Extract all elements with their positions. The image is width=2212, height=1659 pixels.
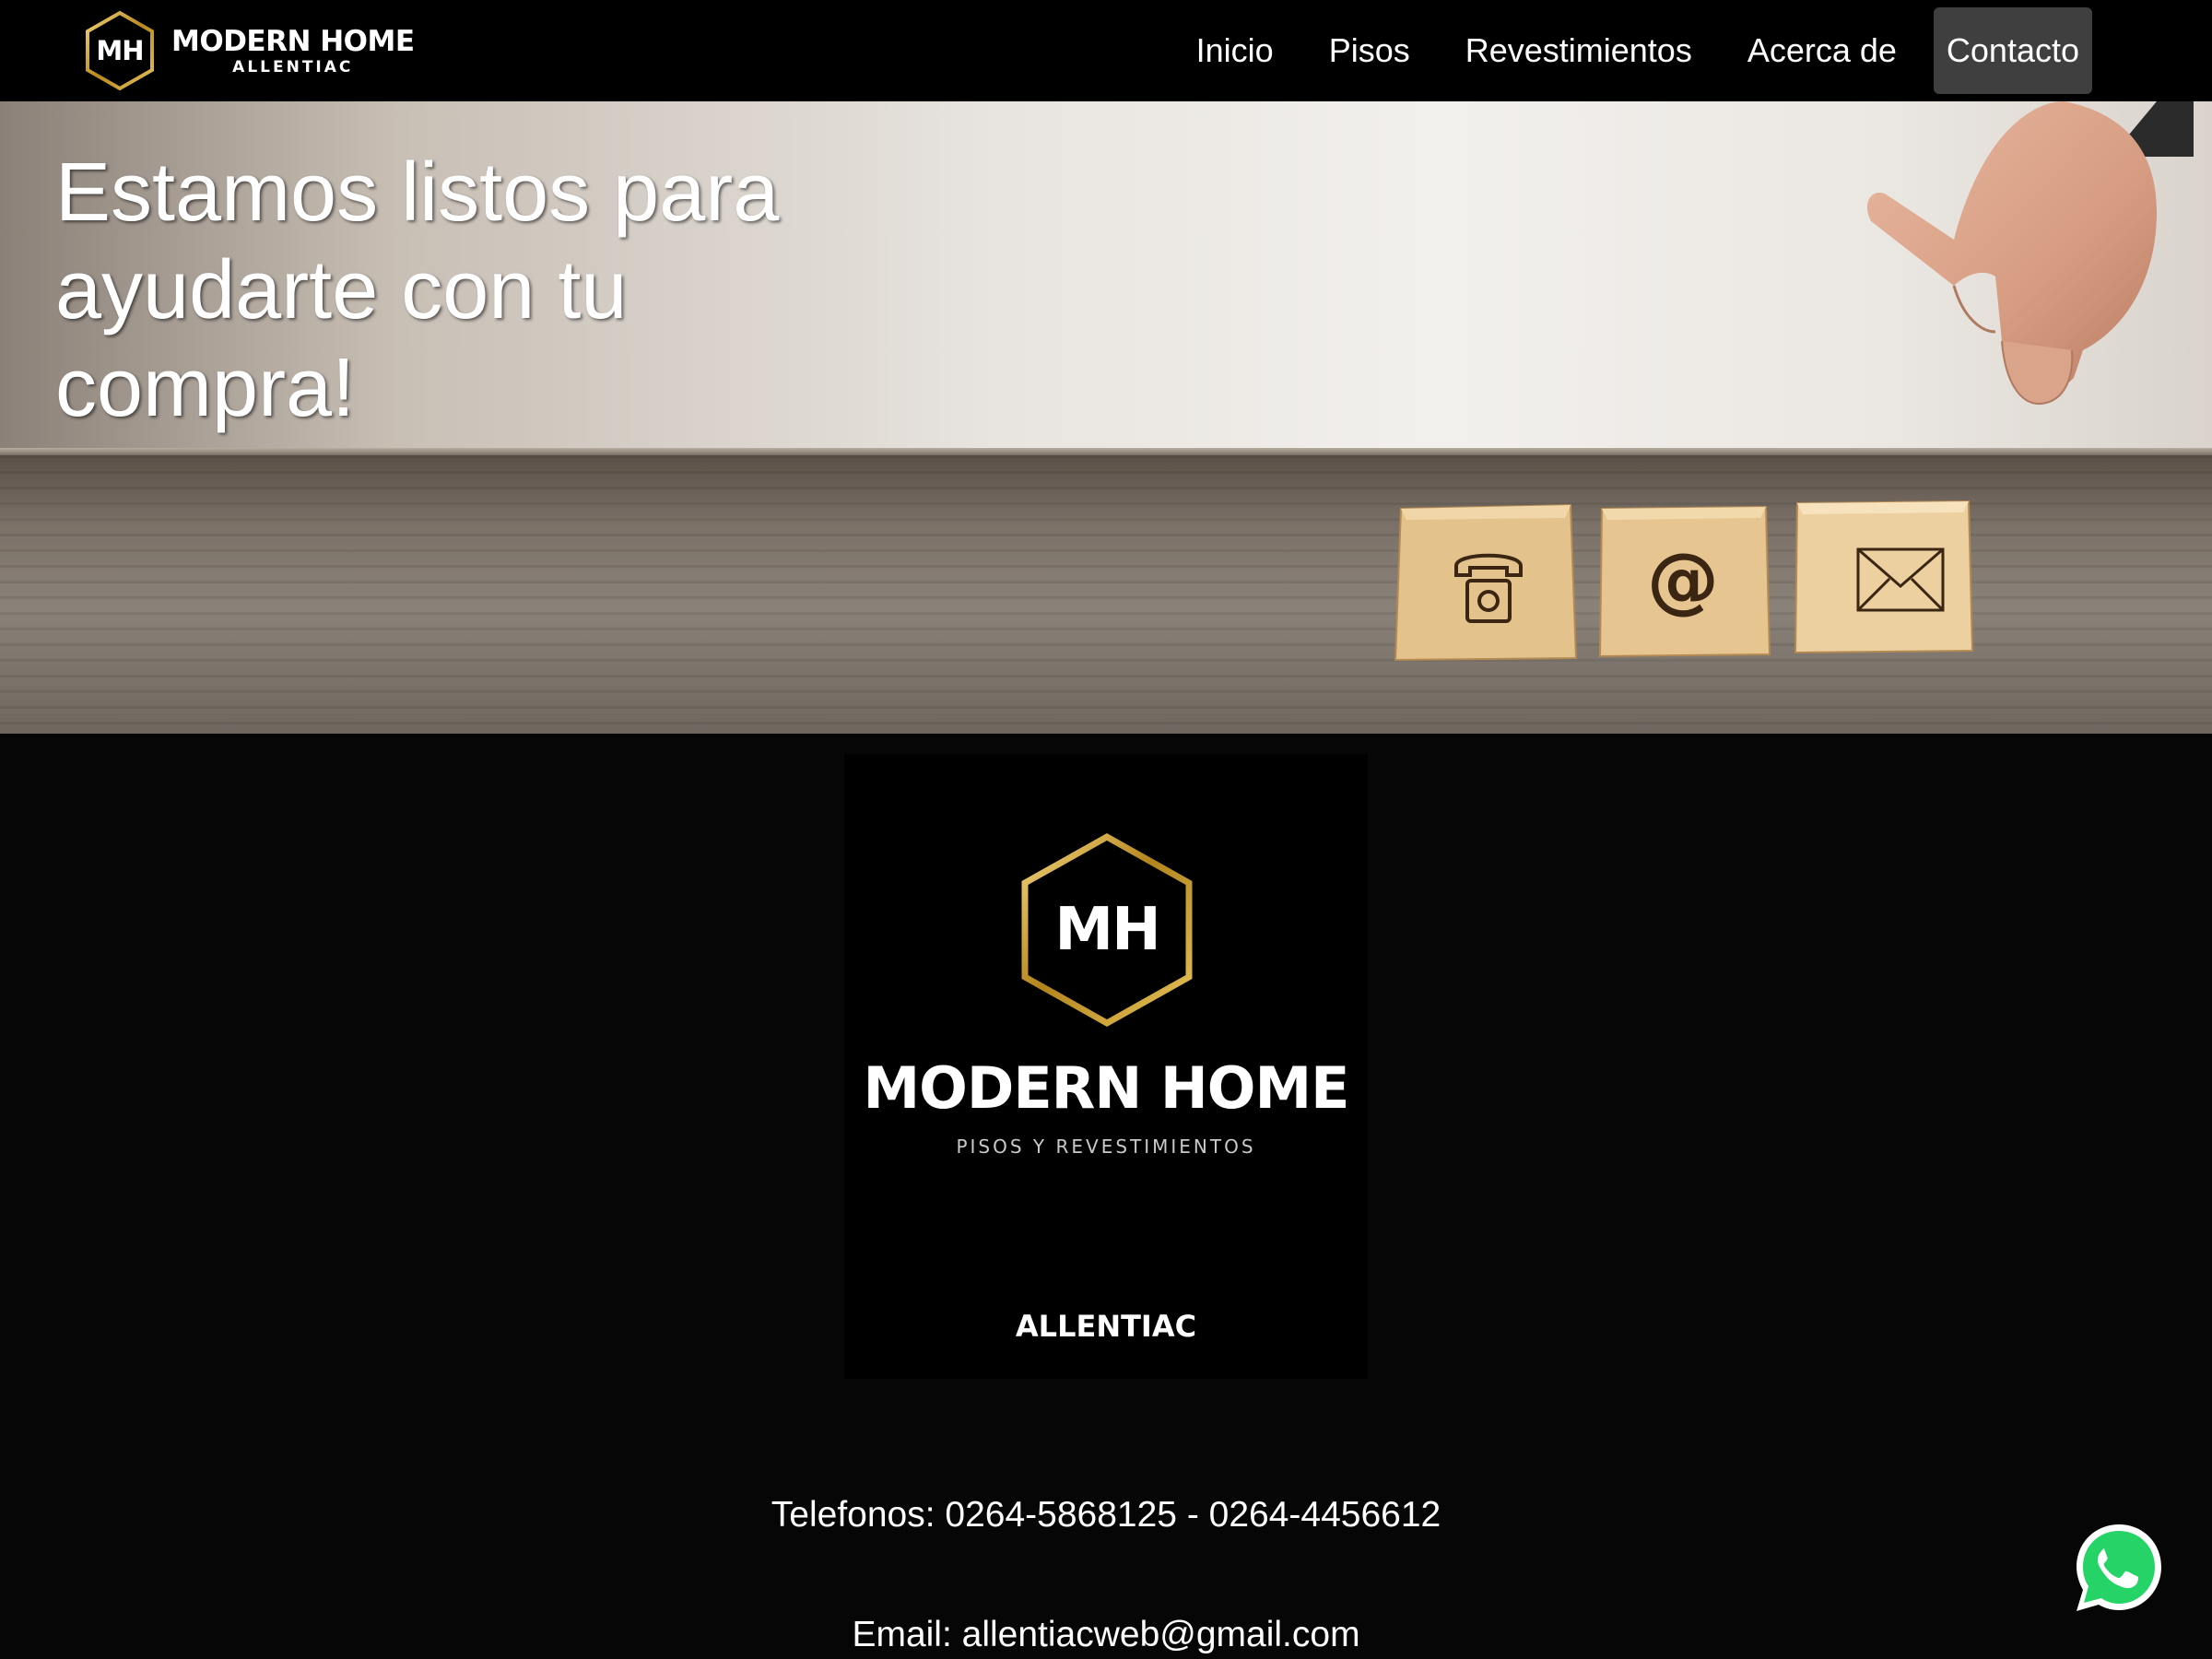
whatsapp-button[interactable]	[2072, 1521, 2166, 1615]
nav-link-pisos[interactable]: Pisos	[1301, 7, 1438, 94]
company-logo: MH MODERN HOME PISOS Y REVESTIMIENTOS AL…	[844, 754, 1368, 1379]
nav-links: Inicio Pisos Revestimientos Acerca de Co…	[1169, 0, 2212, 101]
hero-title: Estamos listos para ayudarte con tu comp…	[55, 147, 780, 434]
nav-link-contacto[interactable]: Contacto	[1933, 7, 2092, 94]
nav-link-revestimientos[interactable]: Revestimientos	[1438, 7, 1720, 94]
brand-text: MODERN HOME ALLENTIAC	[171, 25, 415, 76]
hero-banner: Estamos listos para ayudarte con tu comp…	[0, 101, 2212, 734]
whatsapp-icon	[2077, 1524, 2161, 1611]
phone-block	[1392, 501, 1580, 664]
navbar: MH MODERN HOME ALLENTIAC Inicio Pisos Re…	[0, 0, 2212, 101]
nav-link-inicio[interactable]: Inicio	[1169, 7, 1301, 94]
brand-logo-link[interactable]: MH MODERN HOME ALLENTIAC	[85, 9, 415, 92]
brand-name: MODERN HOME	[171, 25, 415, 58]
contact-phones: Telefonos: 0264-5868125 - 0264-4456612	[771, 1495, 1441, 1535]
contact-email: Email: allentiacweb@gmail.com	[852, 1615, 1360, 1654]
logo-initials: MH	[1054, 896, 1160, 964]
hexagon-logo-icon: MH	[1019, 831, 1194, 1029]
at-icon: @	[1647, 539, 1719, 622]
logo-tagline: PISOS Y REVESTIMIENTOS	[956, 1135, 1256, 1158]
hand-image	[1866, 101, 2194, 406]
hexagon-logo-icon: MH	[85, 10, 155, 91]
envelope-block	[1792, 498, 1974, 656]
logo-sub: ALLENTIAC	[1015, 1309, 1197, 1344]
at-block: @	[1596, 503, 1771, 658]
nav-link-acerca-de[interactable]: Acerca de	[1720, 7, 1924, 94]
brand-sub: ALLENTIAC	[232, 58, 354, 76]
logo-name: MODERN HOME	[863, 1054, 1349, 1122]
brand-initials: MH	[96, 35, 144, 66]
